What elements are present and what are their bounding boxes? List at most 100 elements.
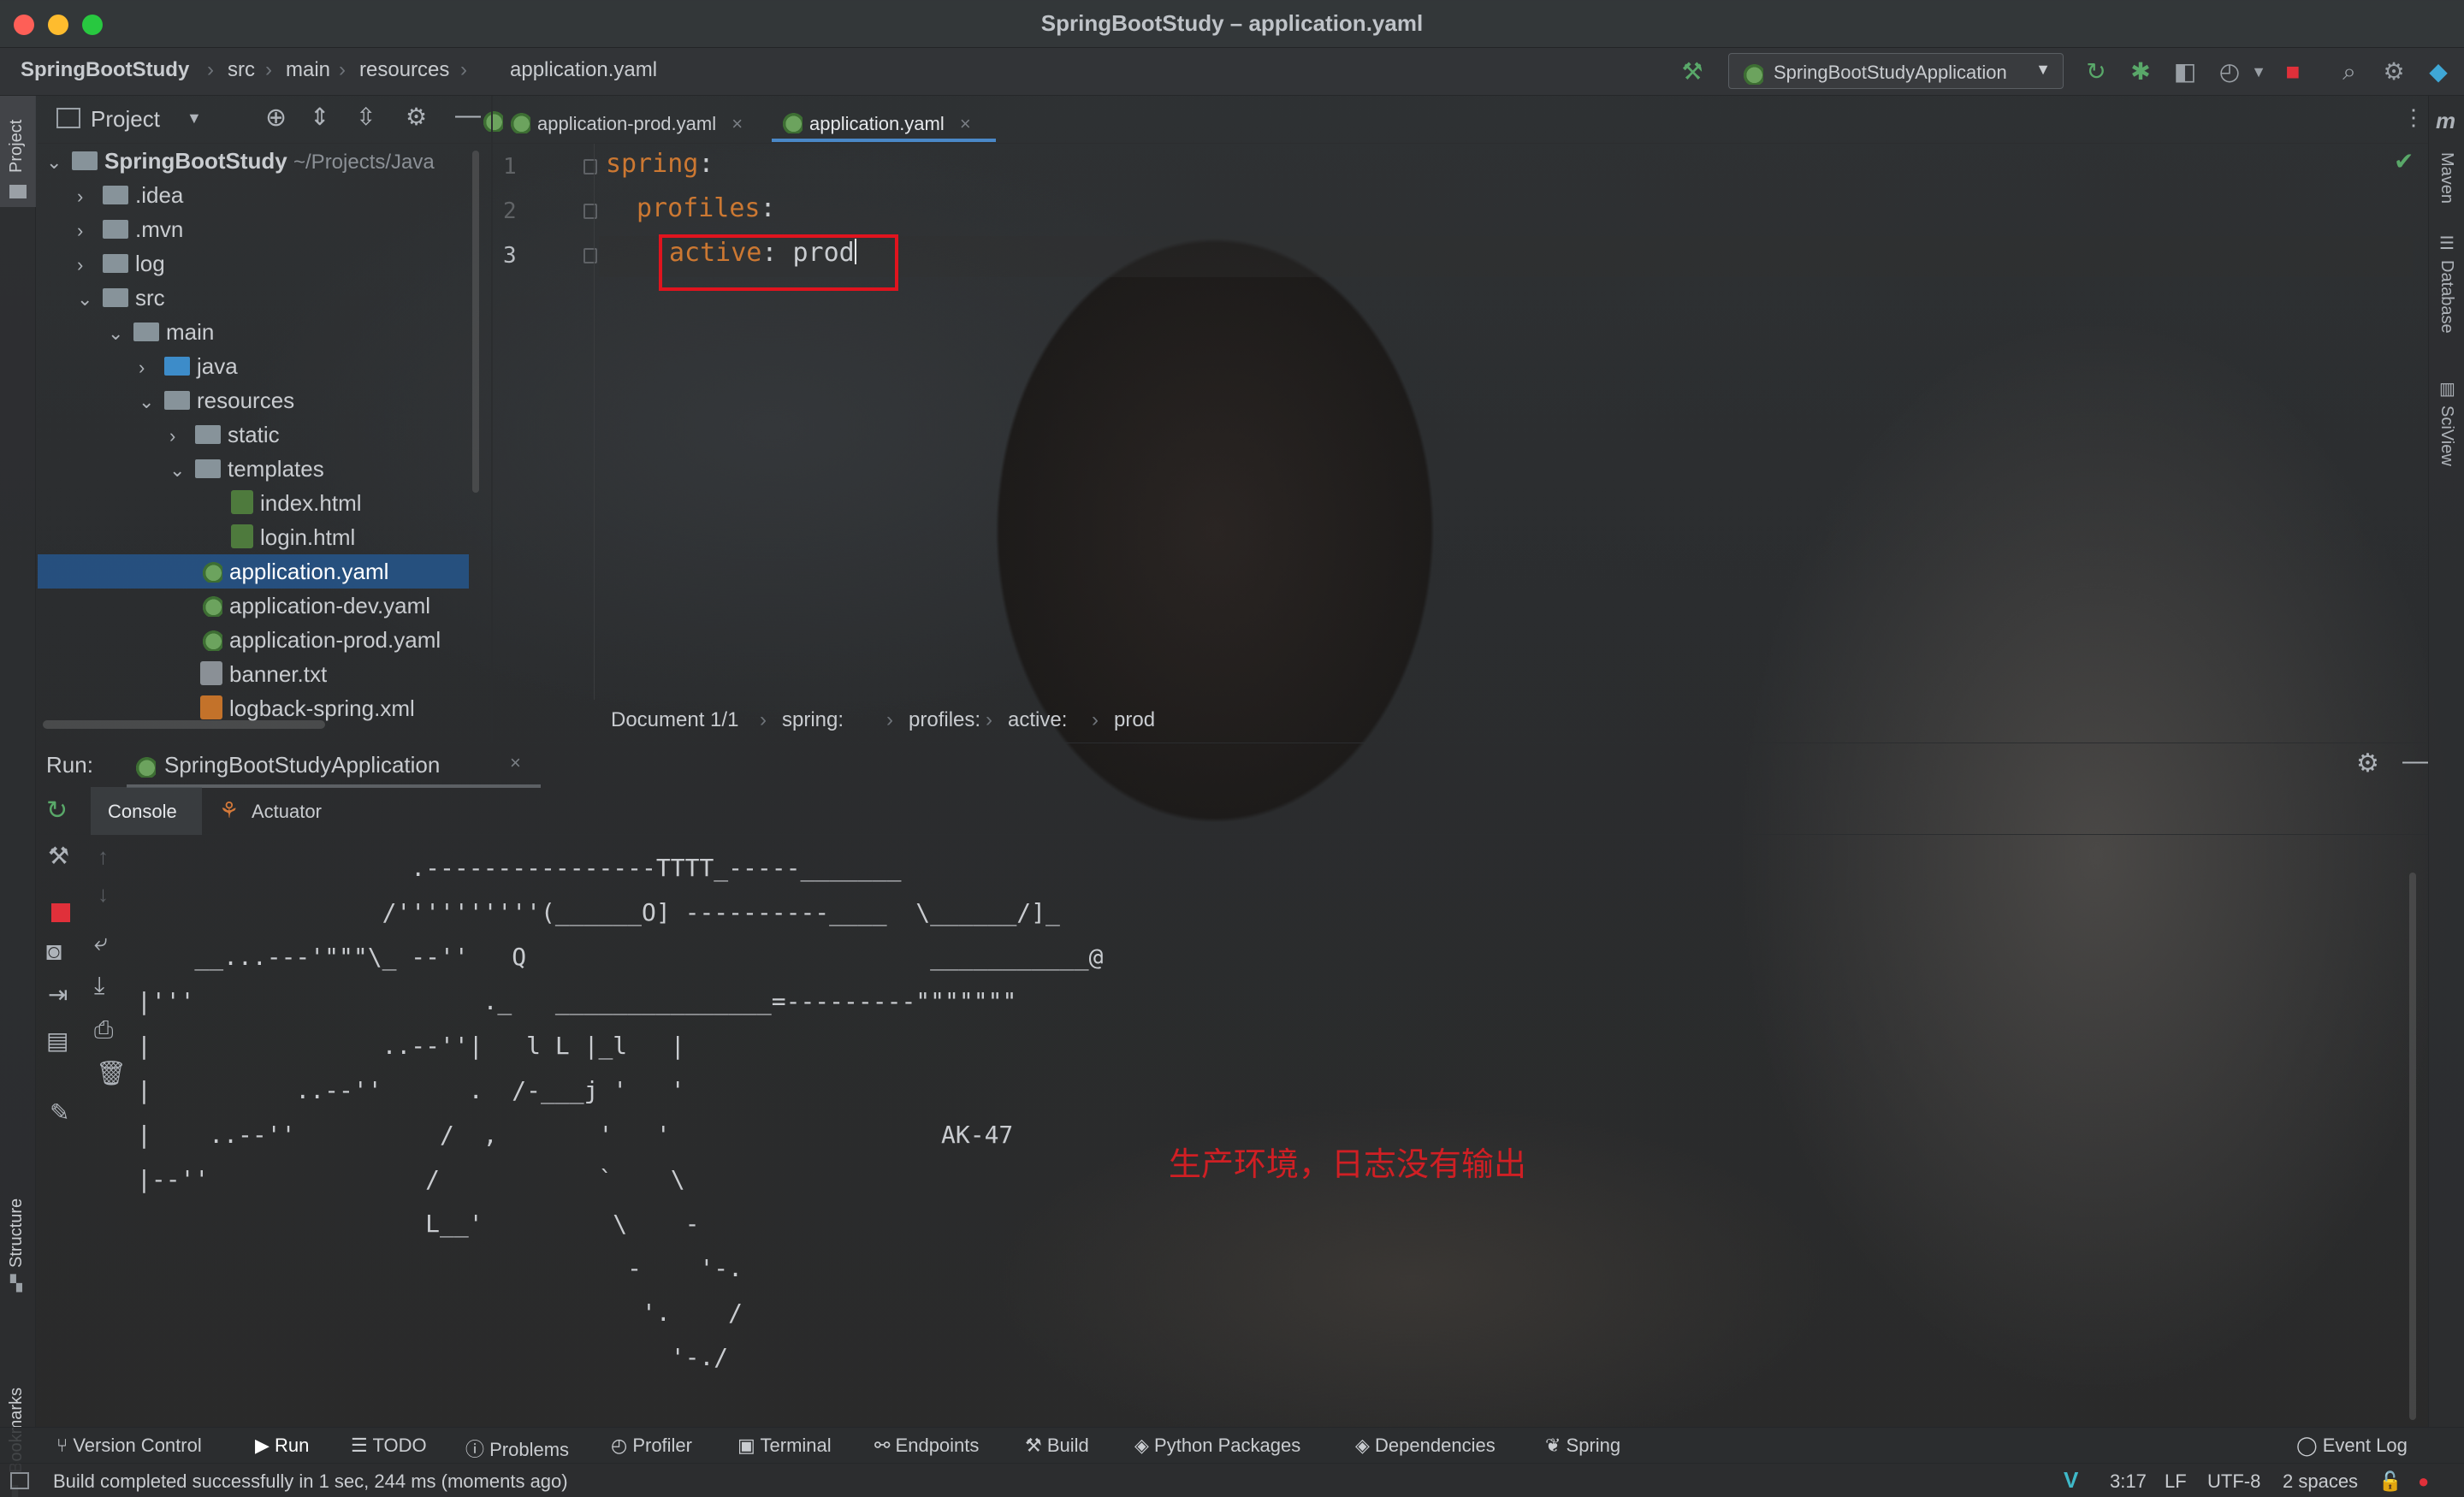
tree-item[interactable]: ⌄ templates <box>169 452 324 486</box>
breadcrumb-file[interactable]: application.yaml <box>510 58 657 82</box>
run-config-tab[interactable]: SpringBootStudyApplication × <box>127 743 541 788</box>
status-message[interactable]: Build completed successfully in 1 sec, 2… <box>53 1470 568 1493</box>
chevron-down-icon[interactable]: ▼ <box>2243 56 2274 87</box>
project-horizontal-scrollbar[interactable] <box>43 720 325 729</box>
tool-python-packages[interactable]: ◈ Python Packages <box>1134 1435 1300 1457</box>
pin-icon[interactable]: ✎ <box>50 1098 69 1127</box>
locate-file-icon[interactable]: ⊕ <box>265 103 287 133</box>
code-line[interactable]: profiles: <box>637 193 776 223</box>
stop-icon[interactable]: ■ <box>2277 56 2308 87</box>
tool-endpoints[interactable]: ⚯ Endpoints <box>874 1435 979 1457</box>
tool-event-log[interactable]: ◯ Event Log <box>2296 1435 2408 1457</box>
rerun-icon[interactable]: ↻ <box>2081 56 2112 87</box>
tab-application-prod-yaml[interactable]: application-prod.yaml × <box>508 96 743 144</box>
cursor-position[interactable]: 3:17 <box>2110 1470 2147 1493</box>
tool-problems[interactable]: ⓘ Problems <box>465 1435 569 1462</box>
wrench-icon[interactable]: ⚒ <box>48 842 69 870</box>
panel-toggle-icon[interactable] <box>10 1472 29 1489</box>
editor-breadcrumb-item[interactable]: prod <box>1114 708 1155 732</box>
editor-breadcrumb-item[interactable]: Document 1/1 <box>611 708 738 732</box>
project-panel-title[interactable]: Project <box>91 106 160 133</box>
tool-run[interactable]: ▶ Run <box>255 1435 309 1457</box>
tab-actuator[interactable]: ⚘ Actuator <box>219 787 356 835</box>
tab-application-yaml[interactable]: application.yaml × <box>780 96 971 144</box>
notification-icon[interactable]: ● <box>2418 1470 2429 1493</box>
expand-all-icon[interactable]: ⇕ <box>310 103 329 131</box>
tool-spring[interactable]: ❦ Spring <box>1545 1435 1620 1457</box>
code-line[interactable]: spring: <box>606 149 714 179</box>
gear-icon[interactable]: ⚙ <box>406 103 427 131</box>
tree-item[interactable]: ⌄ main <box>108 315 214 349</box>
console-scrollbar[interactable] <box>2409 873 2416 1420</box>
fold-icon[interactable] <box>583 248 597 263</box>
arrow-down-icon[interactable]: ↓ <box>98 881 109 908</box>
tool-profiler[interactable]: ◴ Profiler <box>611 1435 692 1457</box>
file-encoding[interactable]: UTF-8 <box>2207 1470 2260 1493</box>
scroll-to-end-icon[interactable]: ⤓ <box>94 972 104 1000</box>
fold-icon[interactable] <box>583 159 597 175</box>
tree-root[interactable]: ⌄ SpringBootStudy ~/Projects/Java <box>46 144 435 178</box>
editor-breadcrumb-item[interactable]: spring: <box>782 708 844 732</box>
tree-item[interactable]: application-dev.yaml <box>200 589 430 623</box>
tree-item[interactable]: application-prod.yaml <box>200 623 441 657</box>
tree-item[interactable]: › .idea <box>77 178 183 212</box>
tool-version-control[interactable]: ⑂ Version Control <box>56 1435 202 1457</box>
tree-item[interactable]: › .mvn <box>77 212 183 246</box>
run-configuration-selector[interactable]: SpringBootStudyApplication ▼ <box>1728 53 2064 89</box>
vim-icon[interactable]: V <box>2064 1467 2078 1494</box>
coverage-icon[interactable]: ◧ <box>2170 56 2200 87</box>
project-vertical-scrollbar[interactable] <box>472 151 479 493</box>
tree-item[interactable]: › static <box>169 417 280 452</box>
database-tool-button[interactable]: ☰ Database <box>2429 233 2464 361</box>
settings-icon[interactable]: ⚙ <box>2378 56 2409 87</box>
breadcrumb-main[interactable]: main <box>286 58 330 82</box>
search-icon[interactable]: ⌕ <box>2334 56 2365 87</box>
fold-icon[interactable] <box>583 204 597 219</box>
indent-setting[interactable]: 2 spaces <box>2283 1470 2358 1493</box>
profile-icon[interactable]: ◴ <box>2214 56 2245 87</box>
print-icon[interactable]: ⎙ <box>94 1016 113 1044</box>
camera-icon[interactable]: ◙ <box>46 938 62 967</box>
tree-item[interactable]: login.html <box>231 520 355 554</box>
collapse-all-icon[interactable]: ⇳ <box>356 103 376 131</box>
jetbrains-icon[interactable]: ◆ <box>2423 56 2454 87</box>
tree-item[interactable]: banner.txt <box>200 657 327 691</box>
tool-build[interactable]: ⚒ Build <box>1025 1435 1089 1457</box>
lock-icon[interactable]: 🔓 <box>2378 1470 2402 1493</box>
editor-breadcrumb-item[interactable]: profiles: <box>909 708 980 732</box>
sciview-tool-button[interactable]: ▥ SciView <box>2429 378 2464 498</box>
trash-icon[interactable]: 🗑 <box>96 1059 127 1087</box>
tool-todo[interactable]: ☰ TODO <box>351 1435 427 1457</box>
chevron-down-icon[interactable]: ▼ <box>187 109 202 127</box>
tool-terminal[interactable]: ▣ Terminal <box>737 1435 832 1457</box>
rerun-icon[interactable]: ↻ <box>46 796 68 825</box>
breadcrumb-resources[interactable]: resources <box>359 58 449 82</box>
close-tab-icon[interactable]: × <box>510 752 521 774</box>
tree-item[interactable]: ⌄ resources <box>139 383 294 417</box>
soft-wrap-icon[interactable]: ⤶ <box>94 929 108 957</box>
gear-icon[interactable]: ⚙ <box>2356 748 2379 778</box>
breadcrumb-project[interactable]: SpringBootStudy <box>21 58 189 82</box>
tree-item[interactable]: › log <box>77 246 165 281</box>
more-options-icon[interactable]: ⋮ <box>2402 104 2425 131</box>
tree-item[interactable]: index.html <box>231 486 362 520</box>
stop-icon[interactable] <box>51 903 70 922</box>
tree-item[interactable]: › java <box>139 349 238 383</box>
tree-item-selected[interactable]: application.yaml <box>200 554 388 589</box>
maven-tool-button[interactable]: m Maven <box>2429 108 2464 210</box>
project-tool-button[interactable]: Project <box>0 96 36 207</box>
layout-icon[interactable]: ▤ <box>46 1027 68 1055</box>
tree-item[interactable]: ⌄ src <box>77 281 165 315</box>
breadcrumb-src[interactable]: src <box>228 58 255 82</box>
console-output[interactable]: .----------------TTTT_-----_______ /''''… <box>137 835 2413 1425</box>
arrow-up-icon[interactable]: ↑ <box>98 843 109 870</box>
structure-tool-button[interactable]: Structure ▚ <box>0 1122 36 1293</box>
login-icon[interactable]: ⇥ <box>48 980 68 1009</box>
debug-icon[interactable]: ✱ <box>2125 56 2156 87</box>
editor-breadcrumb-item[interactable]: active: <box>1008 708 1067 732</box>
line-separator[interactable]: LF <box>2165 1470 2187 1493</box>
hide-panel-icon[interactable]: — <box>455 101 481 130</box>
close-tab-icon[interactable]: × <box>960 113 971 134</box>
tool-dependencies[interactable]: ◈ Dependencies <box>1355 1435 1496 1457</box>
hammer-icon[interactable]: ⚒ <box>1677 56 1708 87</box>
